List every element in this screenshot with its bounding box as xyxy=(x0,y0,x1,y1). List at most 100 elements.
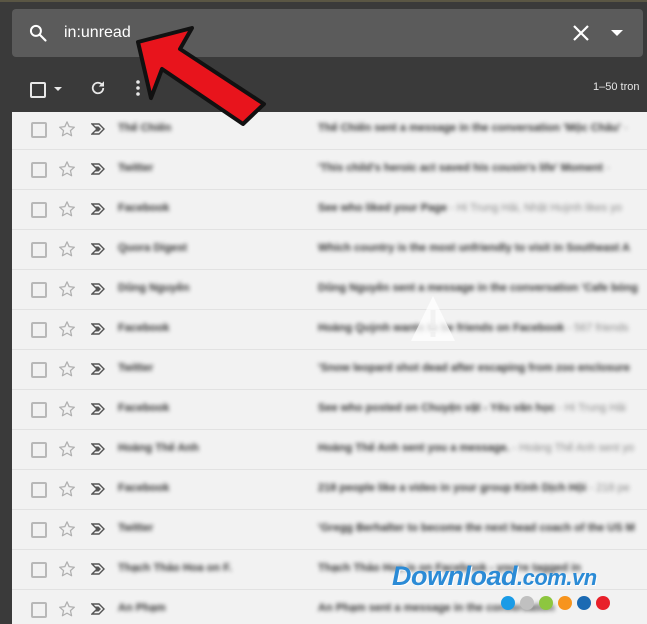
email-snippet: - Hi Trung Hải, Nhật Huỳnh likes yo xyxy=(447,202,622,214)
email-row[interactable]: Quora Digest Which country is the most un… xyxy=(12,230,647,270)
email-sender: Dũng Nguyễn xyxy=(118,282,190,294)
email-subject-text: Thế Chiến sent a message in the conversa… xyxy=(318,122,621,134)
row-checkbox[interactable] xyxy=(31,162,47,178)
row-checkbox[interactable] xyxy=(31,602,47,618)
email-subject: Hoàng Thế Anh sent you a message. - Hoàn… xyxy=(318,442,647,454)
importance-marker-icon[interactable] xyxy=(91,603,105,615)
email-row[interactable]: Twitter 'Snow leopard shot dead after esc… xyxy=(12,350,647,390)
top-border xyxy=(0,0,647,2)
more-vert-icon[interactable] xyxy=(135,79,141,97)
warning-icon xyxy=(411,296,455,341)
row-checkbox[interactable] xyxy=(31,402,47,418)
row-checkbox[interactable] xyxy=(31,522,47,538)
star-icon[interactable] xyxy=(58,240,76,258)
row-checkbox[interactable] xyxy=(31,442,47,458)
search-input[interactable] xyxy=(64,19,544,47)
importance-marker-icon[interactable] xyxy=(91,203,105,215)
star-icon[interactable] xyxy=(58,480,76,498)
email-subject: 'Snow leopard shot dead after escaping f… xyxy=(318,362,647,374)
email-snippet: - xyxy=(602,162,610,174)
email-subject: See who posted on Chuyện vặt - Yêu văn h… xyxy=(318,402,647,414)
importance-marker-icon[interactable] xyxy=(91,323,105,335)
email-row[interactable]: Twitter 'This child's heroic act saved hi… xyxy=(12,150,647,190)
row-checkbox[interactable] xyxy=(31,322,47,338)
page-count: 1–50 tron xyxy=(593,81,640,93)
email-row[interactable]: Twitter 'Gregg Berhalter to become the ne… xyxy=(12,510,647,550)
email-subject-text: See who posted on Chuyện vặt - Yêu văn h… xyxy=(318,402,555,414)
email-subject-text: 218 people like a video in your group Ki… xyxy=(318,482,587,494)
email-row[interactable]: Hoàng Thế Anh Hoàng Thế Anh sent you a me… xyxy=(12,430,647,470)
watermark: Download.com.vn xyxy=(392,561,642,617)
star-icon[interactable] xyxy=(58,520,76,538)
search-icon[interactable] xyxy=(28,23,48,43)
row-checkbox[interactable] xyxy=(31,242,47,258)
importance-marker-icon[interactable] xyxy=(91,563,105,575)
email-row[interactable]: Facebook See who posted on Chuyện vặt - Y… xyxy=(12,390,647,430)
star-icon[interactable] xyxy=(58,360,76,378)
importance-marker-icon[interactable] xyxy=(91,243,105,255)
email-snippet: - 218 pe xyxy=(586,482,630,494)
email-row[interactable]: Thế Chiến Thế Chiến sent a message in the… xyxy=(12,112,647,150)
star-icon[interactable] xyxy=(58,320,76,338)
row-checkbox[interactable] xyxy=(31,282,47,298)
row-checkbox[interactable] xyxy=(31,202,47,218)
email-sender: Twitter xyxy=(118,362,154,374)
email-subject-text: Which country is the most unfriendly to … xyxy=(318,242,630,254)
email-subject-text: 'Snow leopard shot dead after escaping f… xyxy=(318,362,630,374)
importance-marker-icon[interactable] xyxy=(91,283,105,295)
email-subject-text: See who liked your Page xyxy=(318,202,447,214)
row-checkbox[interactable] xyxy=(31,362,47,378)
star-icon[interactable] xyxy=(58,600,76,618)
email-subject: 'Gregg Berhalter to become the next head… xyxy=(318,522,647,534)
email-row[interactable]: Facebook 218 people like a video in your … xyxy=(12,470,647,510)
star-icon[interactable] xyxy=(58,440,76,458)
star-icon[interactable] xyxy=(58,200,76,218)
email-sender: Facebook xyxy=(118,402,170,414)
email-subject-text: Dũng Nguyễn sent a message in the conver… xyxy=(318,282,638,294)
importance-marker-icon[interactable] xyxy=(91,123,105,135)
caret-down-icon[interactable] xyxy=(608,24,626,42)
watermark-dot xyxy=(520,596,534,610)
email-snippet: - Hoàng Thế Anh sent yo xyxy=(509,442,635,454)
email-snippet: - 567 friends xyxy=(564,322,629,334)
email-subject-text: Hoàng Thế Anh sent you a message. xyxy=(318,442,510,454)
email-sender: Facebook xyxy=(118,322,170,334)
select-all-checkbox[interactable] xyxy=(30,82,46,98)
star-icon[interactable] xyxy=(58,400,76,418)
star-icon[interactable] xyxy=(58,120,76,138)
importance-marker-icon[interactable] xyxy=(91,403,105,415)
email-row[interactable]: Facebook See who liked your Page - Hi Tru… xyxy=(12,190,647,230)
star-icon[interactable] xyxy=(58,160,76,178)
email-subject: See who liked your Page - Hi Trung Hải, … xyxy=(318,202,647,214)
refresh-icon[interactable] xyxy=(89,79,107,97)
email-subject-text: 'Gregg Berhalter to become the next head… xyxy=(318,522,635,534)
email-sender: An Phạm xyxy=(118,602,166,614)
email-sender: Quora Digest xyxy=(118,242,188,254)
row-checkbox[interactable] xyxy=(31,482,47,498)
email-row[interactable]: Dũng Nguyễn Dũng Nguyễn sent a message in… xyxy=(12,270,647,310)
toolbar: 1–50 tron xyxy=(0,64,647,114)
importance-marker-icon[interactable] xyxy=(91,163,105,175)
row-checkbox[interactable] xyxy=(31,122,47,138)
star-icon[interactable] xyxy=(58,560,76,578)
importance-marker-icon[interactable] xyxy=(91,523,105,535)
email-sender: Thạch Thảo Hoa on F. xyxy=(118,562,232,574)
email-sender: Thế Chiến xyxy=(118,122,172,134)
row-checkbox[interactable] xyxy=(31,562,47,578)
watermark-brand: Download xyxy=(392,561,518,591)
email-sender: Twitter xyxy=(118,522,154,534)
watermark-dot xyxy=(596,596,610,610)
email-row[interactable]: Facebook Hoàng Quỳnh wants to be friends … xyxy=(12,310,647,350)
importance-marker-icon[interactable] xyxy=(91,443,105,455)
close-icon[interactable] xyxy=(572,24,590,42)
importance-marker-icon[interactable] xyxy=(91,363,105,375)
email-subject: Thế Chiến sent a message in the conversa… xyxy=(318,122,647,134)
importance-marker-icon[interactable] xyxy=(91,483,105,495)
caret-down-icon[interactable] xyxy=(52,83,64,95)
email-subject-text: 'This child's heroic act saved his cousi… xyxy=(318,162,603,174)
email-subject: Hoàng Quỳnh wants to be friends on Faceb… xyxy=(318,322,647,334)
star-icon[interactable] xyxy=(58,280,76,298)
watermark-dot xyxy=(539,596,553,610)
search-bar[interactable] xyxy=(12,9,643,57)
email-list: Thế Chiến Thế Chiến sent a message in the… xyxy=(12,112,647,624)
